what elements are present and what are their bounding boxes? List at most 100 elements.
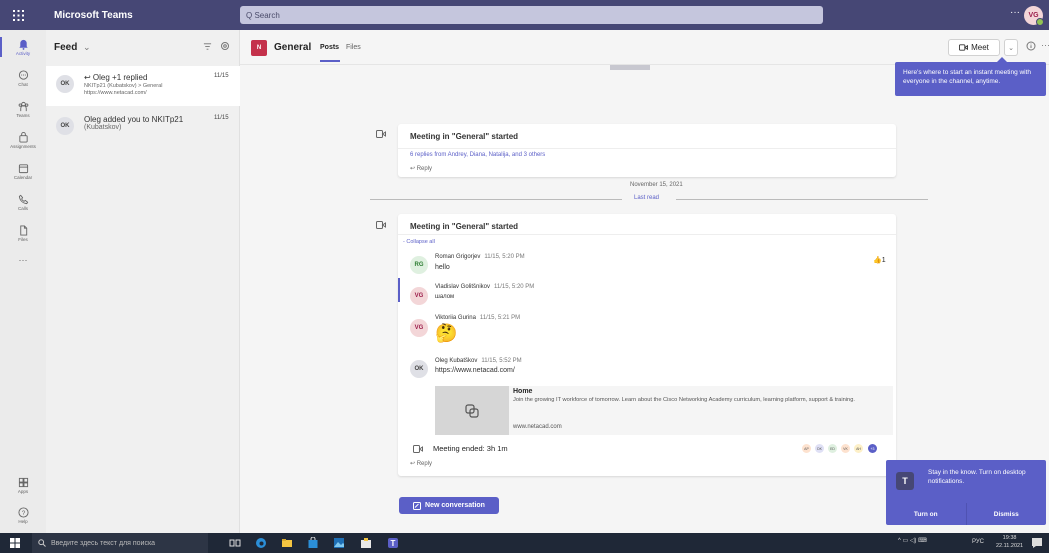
info-icon[interactable] (1026, 41, 1036, 51)
reply-button[interactable]: ↩ Reply (410, 165, 432, 172)
avatar: OK (410, 360, 428, 378)
more-options-icon[interactable]: ··· (1041, 40, 1049, 50)
store-icon[interactable] (307, 537, 319, 549)
feed-item[interactable]: OK ↩ Oleg +1 replied NKITp21 (Kubatskov)… (46, 66, 240, 106)
file-explorer-icon[interactable] (281, 537, 293, 549)
taskbar-search[interactable]: Введите здесь текст для поиска (32, 533, 208, 553)
new-conversation-label: New conversation (425, 502, 485, 509)
tab-files[interactable]: Files (346, 44, 361, 51)
like-reaction[interactable]: 👍1 (873, 256, 886, 264)
dismiss-button[interactable]: Dismiss (967, 503, 1047, 525)
replies-summary[interactable]: 6 replies from Andrey, Diana, Natalija, … (410, 152, 545, 158)
search-input[interactable]: Q Search (240, 6, 823, 24)
rail-item-teams[interactable]: Teams (0, 94, 46, 124)
task-view-icon[interactable] (229, 537, 241, 549)
bell-icon (18, 39, 28, 50)
emoji-message: 🤔 (435, 323, 458, 343)
search-label: Q Search (246, 10, 280, 20)
rail-label: Calls (17, 205, 28, 211)
date-separator: November 15, 2021 (630, 182, 683, 188)
divider (398, 148, 896, 149)
photos-icon[interactable] (333, 537, 345, 549)
feed-item-date: 11/15 (214, 73, 229, 79)
more-apps-icon[interactable]: ··· (0, 245, 46, 275)
meet-button[interactable]: Meet (948, 39, 1000, 56)
participant-avatar: AP (802, 444, 811, 453)
rail-item-assignments[interactable]: Assignments (0, 125, 46, 155)
svg-text:T: T (391, 539, 396, 548)
teams-window: Microsoft Teams Q Search ··· VG Activity… (0, 0, 1049, 553)
rail-label: Chat (18, 81, 28, 87)
participant-avatar: AH (854, 444, 863, 453)
rail-label: Assignments (10, 143, 36, 149)
more-options-icon[interactable]: ··· (1010, 7, 1020, 18)
app-icon[interactable] (360, 537, 372, 549)
channel-name: General (274, 42, 312, 53)
message-time: 11/15, 5:21 PM (479, 315, 521, 321)
more-participants-badge[interactable]: +3 (868, 444, 877, 453)
search-icon (38, 539, 46, 547)
message-time: 11/15, 5:52 PM (481, 358, 522, 364)
author-name: Viktoriia Gurina (435, 315, 476, 321)
language-indicator[interactable]: РУС (972, 539, 984, 545)
rail-item-help[interactable]: ? Help (0, 500, 46, 530)
clock[interactable]: 19:38 22.11.2021 (996, 534, 1023, 550)
chevron-down-icon[interactable]: ⌄ (83, 42, 91, 53)
rail-label: Apps (17, 488, 29, 494)
rail-item-files[interactable]: Files (0, 218, 46, 248)
reply-button[interactable]: ↩ Reply (410, 460, 432, 467)
teams-icon (18, 101, 28, 111)
message-link[interactable]: https://www.netacad.com/ (435, 367, 515, 374)
participant-avatar: VK (841, 444, 850, 453)
feed-item-subtitle: NKITp21 (Kubatskov) > General https://ww… (84, 83, 209, 97)
meeting-thread: Meeting in "General" started 6 replies f… (398, 124, 896, 177)
link-preview-card[interactable]: Home Join the growing IT workforce of to… (435, 386, 893, 435)
app-title: Microsoft Teams (54, 9, 133, 21)
avatar: OK (56, 75, 74, 93)
activity-feed-pane: Feed ⌄ OK ↩ Oleg +1 replied NKITp21 (Kub… (46, 30, 240, 533)
action-center-icon[interactable] (1031, 537, 1043, 549)
divider (370, 199, 622, 200)
clock-time: 19:38 (1002, 535, 1017, 541)
notification-toast: T Stay in the know. Turn on desktop noti… (886, 460, 1046, 525)
svg-text:?: ? (21, 509, 25, 516)
divider (676, 199, 928, 200)
profile-avatar[interactable]: VG (1024, 6, 1044, 26)
windows-start-icon[interactable] (10, 538, 20, 548)
tab-posts[interactable]: Posts (320, 44, 341, 62)
assignments-icon (18, 131, 28, 143)
edge-icon[interactable] (255, 537, 267, 549)
feed-item[interactable]: OK Oleg added you to NKITp21 (Kubatskov)… (46, 108, 240, 148)
collapse-all-button[interactable]: - Collapse all (403, 239, 435, 245)
feed-title[interactable]: Feed (54, 42, 77, 53)
meet-dropdown-button[interactable]: ⌄ (1004, 39, 1018, 56)
rail-item-calls[interactable]: Calls (0, 187, 46, 217)
link-preview-thumbnail (435, 386, 509, 435)
calendar-icon (18, 163, 28, 173)
rail-item-apps[interactable]: Apps (0, 470, 46, 500)
divider (398, 234, 896, 235)
rail-item-activity[interactable]: Activity (0, 32, 46, 62)
meeting-ended-label: Meeting ended: 3h 1m (433, 444, 508, 453)
gear-icon[interactable] (220, 41, 230, 51)
rail-item-chat[interactable]: Chat (0, 63, 46, 93)
filter-icon[interactable] (203, 42, 212, 51)
meeting-icon (413, 445, 423, 453)
rail-item-calendar[interactable]: Calendar (0, 156, 46, 186)
teams-taskbar-icon[interactable]: T (387, 537, 399, 549)
new-conversation-button[interactable]: New conversation (399, 497, 499, 514)
apps-icon (18, 477, 28, 487)
rail-label: Files (18, 236, 28, 242)
app-launcher-icon[interactable] (0, 0, 36, 30)
system-tray-icons[interactable]: ^ ▭ ◁) ⌨ (898, 537, 927, 544)
clock-date: 22.11.2021 (996, 543, 1024, 549)
app-bar: Activity Chat Teams Assignments Calendar… (0, 30, 46, 533)
message-text: шалом (435, 294, 455, 300)
turn-on-button[interactable]: Turn on (886, 503, 967, 525)
thread-title: Meeting in "General" started (410, 132, 519, 141)
channel-header: N General Posts Files Meet ⌄ ··· (240, 30, 1049, 65)
participant-avatar: ED (828, 444, 837, 453)
message-time: 11/15, 5:20 PM (494, 284, 535, 290)
rail-label: Help (18, 518, 28, 524)
card-description: Join the growing IT workforce of tomorro… (513, 397, 855, 403)
